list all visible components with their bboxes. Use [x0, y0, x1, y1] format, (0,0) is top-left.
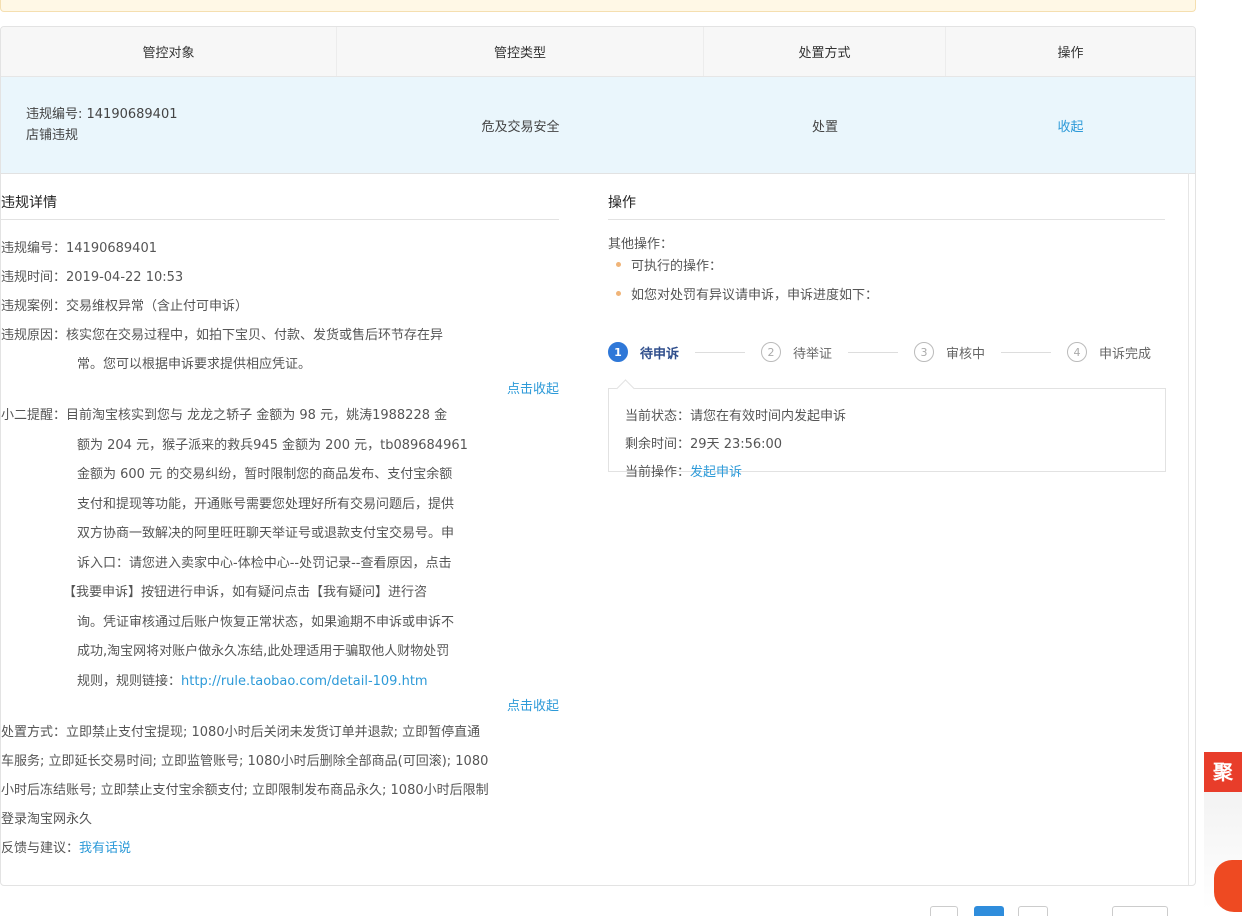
reminder-line: 额为 204 元，猴子派来的救兵945 金额为 200 元，tb08968496… [77, 437, 468, 453]
header-type: 管控类型 [337, 27, 704, 76]
step-number: 3 [914, 342, 935, 362]
step-4: 4 申诉完成 [1067, 342, 1151, 362]
step-label: 审核中 [946, 346, 986, 362]
start-appeal-link[interactable]: 发起申诉 [690, 465, 742, 480]
detail-case: 违规案例：交易维权异常（含止付可申诉） [1, 299, 249, 314]
table-header: 管控对象 管控类型 处置方式 操作 [1, 27, 1195, 77]
notice-bar [0, 0, 1196, 12]
details-title: 违规详情 [1, 187, 559, 220]
detail-time: 违规时间：2019-04-22 10:53 [1, 270, 184, 285]
step-label: 待申诉 [640, 346, 680, 362]
cell-target: 违规编号: 14190689401 店铺违规 [1, 77, 337, 173]
cell-action: 收起 [946, 77, 1195, 173]
feedback-line: 反馈与建议：我有话说 [1, 841, 132, 856]
status-box: 当前状态：请您在有效时间内发起申诉 剩余时间：29天 23:56:00 当前操作… [608, 388, 1166, 480]
rule-link[interactable]: http://rule.taobao.com/detail-109.htm [181, 674, 428, 689]
collapse-reason-link[interactable]: 点击收起 [507, 382, 559, 397]
table-row: 违规编号: 14190689401 店铺违规 危及交易安全 处置 收起 [1, 77, 1195, 174]
status-line: 当前状态：请您在有效时间内发起申诉 [625, 409, 847, 424]
collapse-reason-area: 点击收起 [1, 379, 559, 401]
detail-reason: 违规原因：核实您在交易过程中，如拍下宝贝、付款、发货或售后环节存在异 [1, 328, 444, 343]
reminder-line: 成功,淘宝网将对账户做永久冻结,此处理适用于骗取他人财物处罚 [77, 644, 450, 659]
bullet-appeal: 如您对处罚有异议请申诉，申诉进度如下： [608, 278, 1166, 314]
detail-reason-cont: 常。您可以根据申诉要求提供相应凭证。 [77, 357, 312, 372]
promo-decoration [1214, 860, 1242, 912]
cell-method: 处置 [811, 119, 838, 135]
pager-jump-input[interactable] [1112, 906, 1168, 916]
step-number: 2 [761, 342, 782, 362]
step-label: 申诉完成 [1099, 346, 1152, 362]
step-label: 待举证 [793, 346, 833, 362]
header-target: 管控对象 [1, 27, 337, 76]
reminder-line: 诉入口：请您进入卖家中心-体检中心--处罚记录--查看原因，点击 [77, 555, 452, 571]
feedback-link[interactable]: 我有话说 [79, 841, 131, 856]
collapse-reminder-area: 点击收起 [1, 696, 559, 718]
handle-line: 小时后冻结账号; 立即禁止支付宝余额支付; 立即限制发布商品永久; 1080小时… [1, 783, 489, 798]
reminder-line: 支付和提现等功能，开通账号需要您处理好所有交易问题后，提供 [77, 496, 455, 512]
reminder-line: 询。凭证审核通过后账户恢复正常状态，如果逾期不申诉或申诉不 [77, 614, 455, 630]
violation-details: 违规详情 违规编号：14190689401 违规时间：2019-04-22 10… [1, 173, 561, 863]
handle-line: 处置方式：立即禁止支付宝提现; 1080小时后关闭未发货订单并退款; 立即暂停直… [1, 725, 481, 740]
promo-badge[interactable]: 聚 [1204, 752, 1242, 792]
collapse-row-link[interactable]: 收起 [1057, 116, 1083, 135]
reminder-label: 小二提醒： [1, 408, 67, 423]
step-2: 2 待举证 [761, 342, 832, 362]
step-3: 3 审核中 [914, 342, 985, 362]
reminder-line: 【我要申诉】按钮进行申诉，如有疑问点击【我有疑问】进行咨 [63, 585, 428, 600]
detail-panel: 违规详情 违规编号：14190689401 违规时间：2019-04-22 10… [1, 173, 1189, 885]
step-number: 4 [1067, 342, 1088, 362]
current-op-line: 当前操作：发起申诉 [625, 465, 743, 480]
pager-next-button[interactable] [1018, 906, 1048, 916]
reminder-line: 金额为 600 元 的交易纠纷，暂时限制您的商品发布、支付宝余额 [77, 467, 453, 482]
bullet-ops: 可执行的操作： [608, 256, 1166, 278]
handle-line: 登录淘宝网永久 [1, 812, 93, 827]
handle-line: 车服务; 立即延长交易时间; 立即监管账号; 1080小时后删除全部商品(可回滚… [1, 754, 489, 769]
reminder-line: 目前淘宝核实到您与 龙龙之轿子 金额为 98 元，姚涛1988228 金 [66, 408, 448, 423]
header-action: 操作 [1057, 46, 1084, 61]
violation-kind-text: 店铺违规 [26, 128, 79, 143]
pager-prev-button[interactable] [930, 906, 958, 916]
reminder-block: 小二提醒：目前淘宝核实到您与 龙龙之轿子 金额为 98 元，姚涛1988228 … [1, 401, 561, 696]
rule-link-label: 规则，规则链接： [77, 673, 182, 689]
operations-panel: 操作 其他操作： 可执行的操作： 如您对处罚有异议请申诉，申诉进度如下： 1 待申… [608, 173, 1166, 480]
reminder-line: 双方协商一致解决的阿里旺旺聊天举证号或退款支付宝交易号。申 [77, 526, 455, 541]
step-divider [1001, 351, 1052, 353]
header-method: 处置方式 [704, 27, 946, 76]
pager-current-button[interactable] [974, 906, 1004, 916]
step-1: 1 待申诉 [608, 342, 679, 362]
step-divider [848, 351, 899, 353]
operations-title: 操作 [608, 187, 1165, 220]
step-number: 1 [608, 342, 628, 362]
step-divider [695, 351, 746, 353]
violation-id-text: 违规编号: 14190689401 [26, 107, 178, 122]
remaining-line: 剩余时间：29天 23:56:00 [625, 437, 783, 452]
appeal-steps: 1 待申诉 2 待举证 3 审核中 4 申诉完成 [608, 332, 1166, 372]
collapse-reminder-link[interactable]: 点击收起 [507, 699, 559, 714]
other-ops-label: 其他操作： [608, 237, 674, 252]
detail-id: 违规编号：14190689401 [1, 241, 157, 256]
violation-card: 管控对象 管控类型 处置方式 操作 违规编号: 14190689401 店铺违规… [0, 26, 1196, 886]
cell-type: 危及交易安全 [481, 119, 560, 135]
